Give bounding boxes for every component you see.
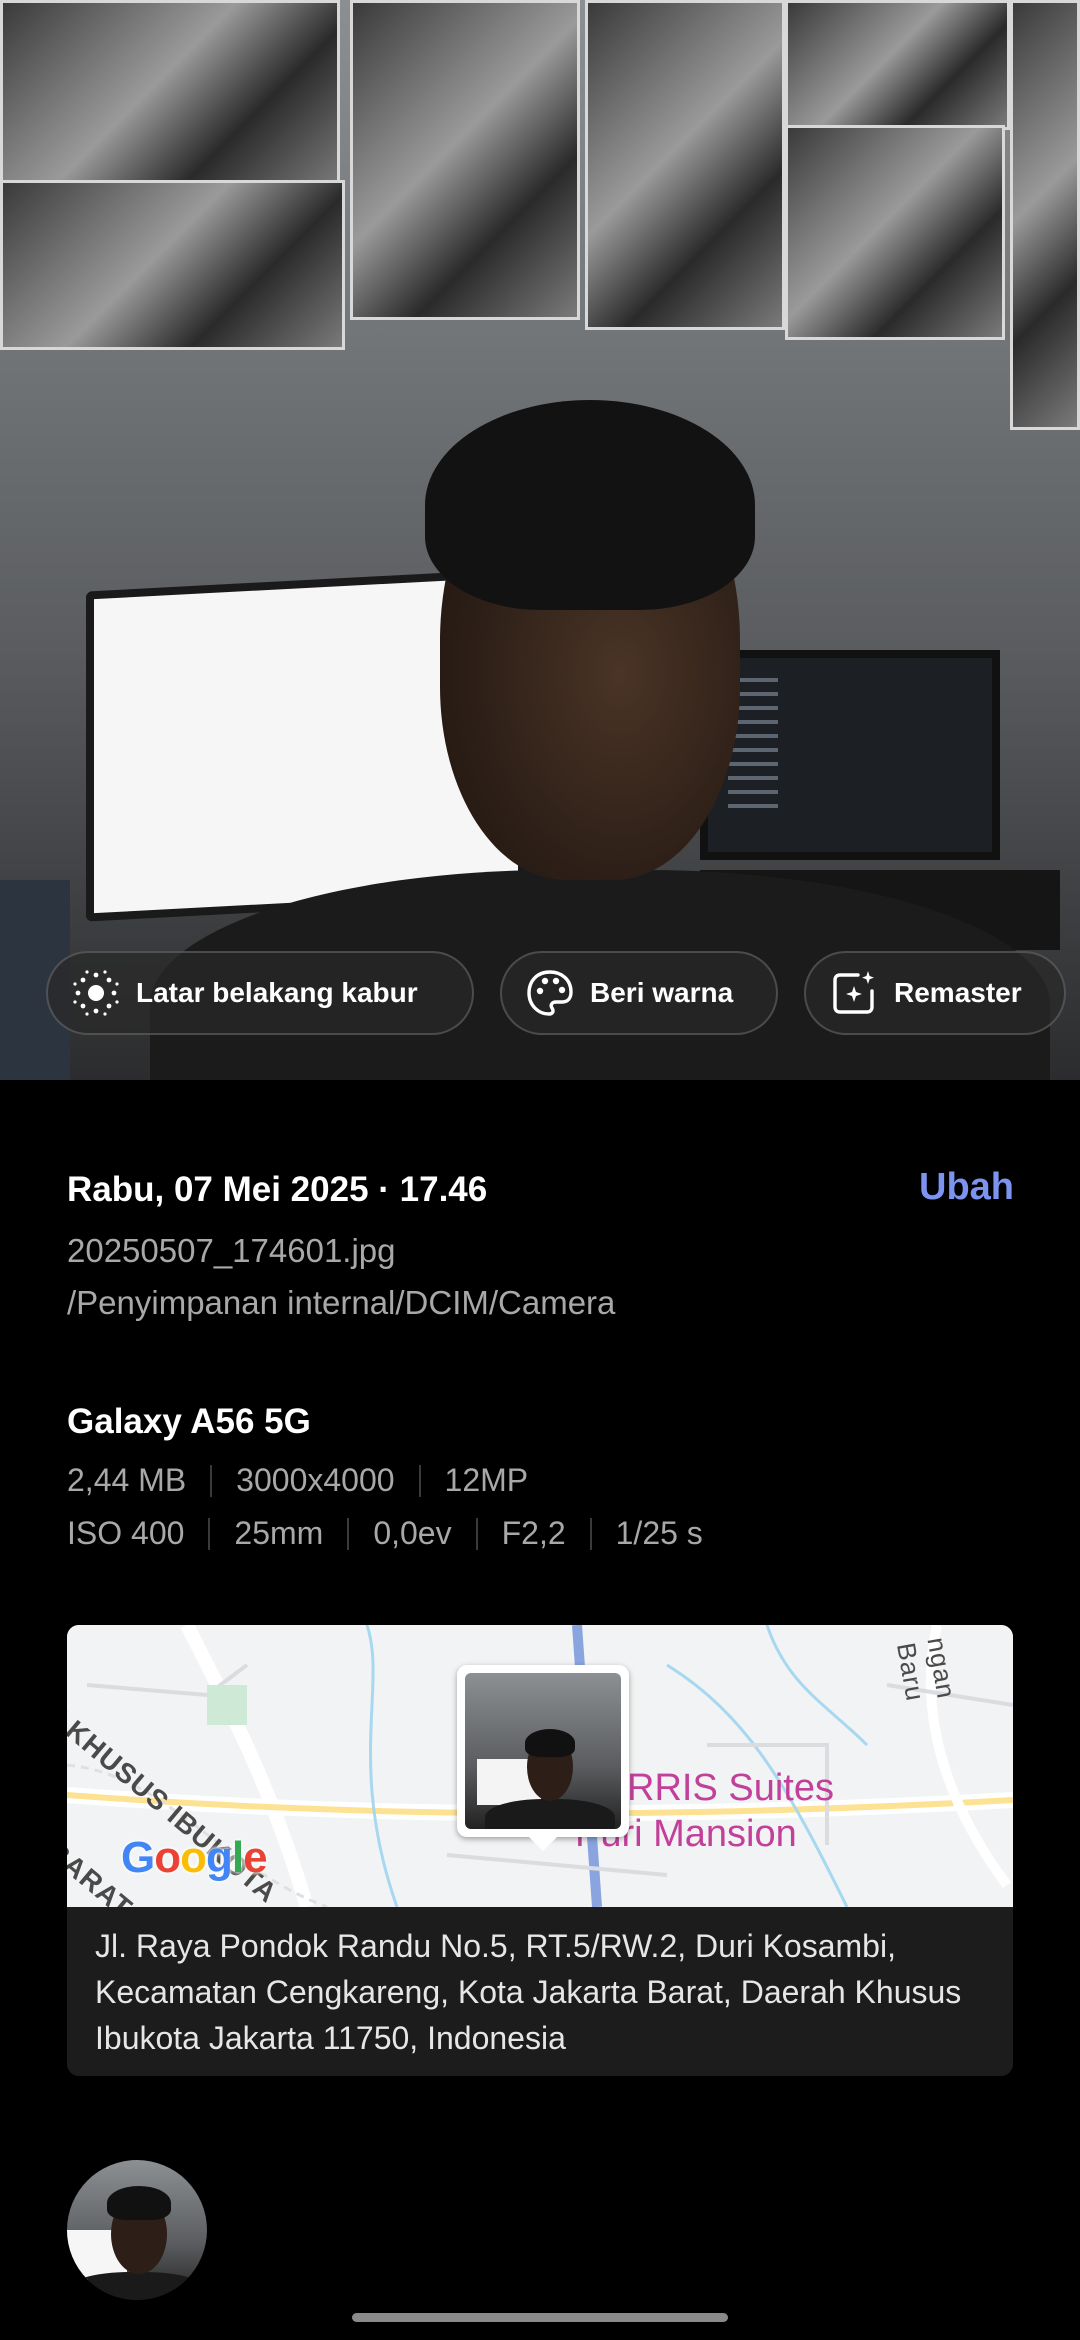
palette-icon [527,970,573,1016]
location-map[interactable]: H KHUSUS IBUKOTA BARAT EN ngan Baru RRIS… [67,1625,1013,1907]
file-size: 2,44 MB [67,1462,187,1498]
wall-poster [350,0,580,320]
person-face-thumbnail[interactable] [67,2160,207,2300]
remaster-label: Remaster [894,977,1022,1008]
location-card[interactable]: H KHUSUS IBUKOTA BARAT EN ngan Baru RRIS… [67,1625,1013,2076]
wall-poster [0,0,340,190]
monitor-right [700,650,1000,860]
image-resolution: 3000x4000 [236,1462,395,1498]
file-path: /Penyimpanan internal/DCIM/Camera [67,1284,616,1321]
wall-poster [1010,0,1080,430]
iso-value: ISO 400 [67,1515,185,1551]
wall-poster [585,0,785,330]
divider [418,1464,421,1497]
colorize-button[interactable]: Beri warna [500,951,778,1035]
map-road-label: ngan Baru [890,1635,962,1704]
edit-datetime-button[interactable]: Ubah [919,1166,1014,1209]
aperture: F2,2 [501,1515,566,1551]
exposure-value: 0,0ev [373,1515,452,1551]
remaster-button[interactable]: Remaster [804,951,1066,1035]
divider [347,1517,350,1550]
focal-length: 25mm [234,1515,324,1551]
divider [208,1517,211,1550]
photo-location-pin[interactable] [457,1665,629,1851]
device-name: Galaxy A56 5G [67,1402,311,1441]
wall-poster [785,125,1005,340]
file-specs-row: 2,44 MB 3000x4000 12MP [67,1462,528,1499]
wall-poster [785,0,1010,130]
divider [210,1464,213,1497]
divider [475,1517,478,1550]
background-blur-icon [73,970,119,1016]
file-name: 20250507_174601.jpg [67,1232,396,1269]
shutter-speed: 1/25 s [615,1515,703,1551]
capture-datetime: Rabu, 07 Mei 2025 · 17.46 [67,1170,488,1209]
google-logo: Google [121,1833,268,1882]
megapixels: 12MP [444,1462,529,1498]
map-poi-label: RRIS Suites [627,1767,834,1809]
camera-specs-row: ISO 400 25mm 0,0ev F2,2 1/25 s [67,1515,703,1552]
sparkle-image-icon [833,971,874,1014]
photo-viewer[interactable] [0,0,1080,1080]
colorize-label: Beri warna [590,977,734,1008]
pin-photo-thumbnail [465,1673,621,1829]
background-blur-label: Latar belakang kabur [136,977,418,1008]
wall-poster [0,180,345,350]
location-address: Jl. Raya Pondok Randu No.5, RT.5/RW.2, D… [95,1928,962,2056]
gesture-home-bar[interactable] [352,2313,728,2322]
divider [589,1517,592,1550]
background-blur-button[interactable]: Latar belakang kabur [46,951,474,1035]
person-hair [425,400,755,610]
